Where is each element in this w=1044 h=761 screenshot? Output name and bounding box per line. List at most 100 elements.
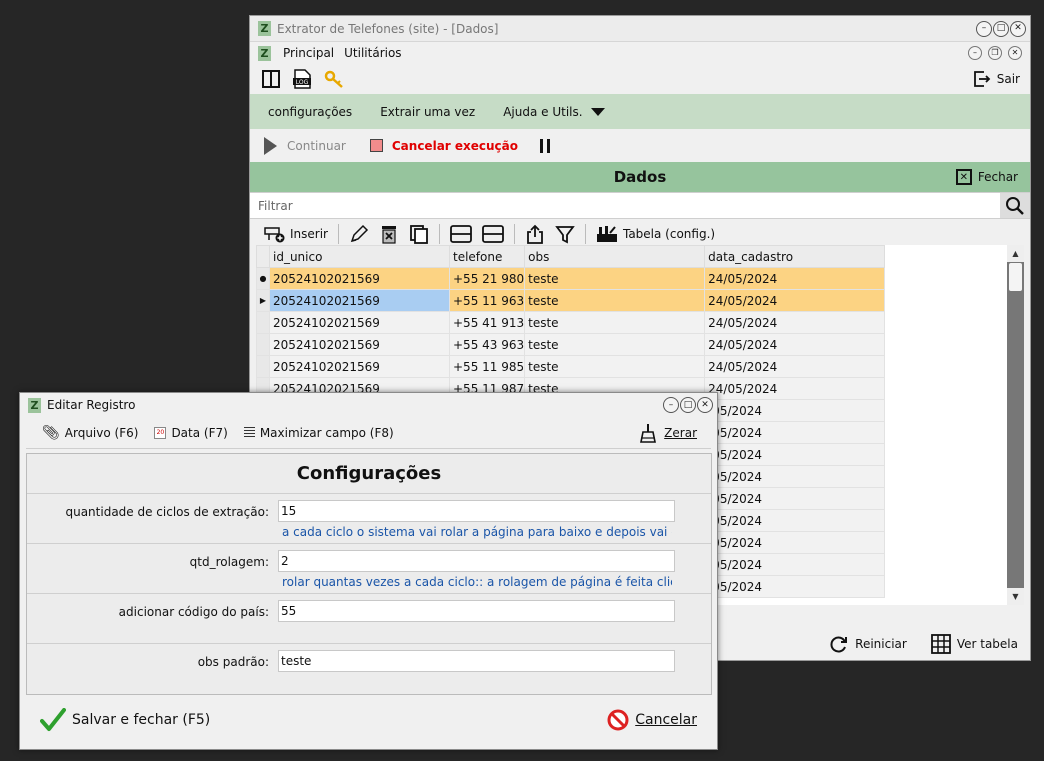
dialog-titlebar[interactable]: Z Editar Registro – □ ✕ — [20, 393, 717, 417]
salvar-fechar-button[interactable]: Salvar e fechar (F5) — [40, 708, 210, 732]
dialog-close-button[interactable]: ✕ — [697, 397, 713, 413]
row-indicator[interactable] — [256, 311, 270, 334]
table-row[interactable]: ● 20524102021569 +55 21 980 teste 24/05/2024 — [256, 267, 886, 290]
table-cell[interactable]: 20524102021569 — [269, 355, 450, 378]
table-cell[interactable]: 20524102021569 — [269, 333, 450, 356]
table-row[interactable]: 20524102021569 +55 11 985 teste 24/05/2024 — [256, 355, 886, 378]
log-icon[interactable]: LOG — [292, 69, 312, 89]
panel-icon[interactable] — [262, 70, 280, 88]
table-cell[interactable]: 20524102021569 — [269, 267, 450, 290]
table-cell[interactable]: +55 11 963 — [448, 289, 526, 312]
table-cell[interactable]: /05/2024 — [704, 487, 886, 510]
scroll-thumb[interactable] — [1009, 263, 1022, 291]
scroll-down-icon[interactable]: ▼ — [1007, 588, 1024, 605]
close-button[interactable]: ✕ — [1010, 20, 1026, 37]
data-label: Data (F7) — [171, 425, 228, 440]
table-row[interactable]: 20524102021569 +55 43 963 teste 24/05/2024 — [256, 333, 886, 356]
split-horizontal-icon[interactable] — [450, 225, 472, 243]
table-cell[interactable]: +55 41 913 — [448, 311, 526, 334]
table-cell[interactable]: teste — [524, 311, 706, 334]
table-cell[interactable]: /05/2024 — [704, 399, 886, 422]
column-header[interactable]: obs — [524, 245, 706, 268]
table-cell[interactable]: +55 43 963 — [448, 333, 526, 356]
mdi-restore-button[interactable]: ❐ — [988, 46, 1002, 60]
table-cell[interactable]: teste — [524, 355, 706, 378]
table-cell[interactable]: +55 21 980 — [448, 267, 526, 290]
edit-pencil-icon[interactable] — [349, 224, 369, 244]
row-indicator[interactable] — [256, 333, 270, 356]
dialog-minimize-button[interactable]: – — [663, 397, 679, 413]
continuar-button[interactable]: Continuar — [287, 139, 346, 153]
reiniciar-button[interactable]: Reiniciar — [829, 634, 907, 654]
table-cell[interactable]: /05/2024 — [704, 421, 886, 444]
table-cell[interactable]: /05/2024 — [704, 443, 886, 466]
column-header[interactable]: telefone — [448, 245, 526, 268]
table-cell[interactable]: 20524102021569 — [269, 311, 450, 334]
column-header[interactable]: id_unico — [269, 245, 450, 268]
sair-button[interactable]: Sair — [973, 70, 1030, 88]
fechar-button[interactable]: ✕ Fechar — [955, 169, 1030, 185]
vertical-scrollbar[interactable]: ▲ ▼ — [1007, 245, 1024, 605]
table-cell[interactable]: 24/05/2024 — [704, 267, 886, 290]
table-cell[interactable]: 24/05/2024 — [704, 377, 886, 400]
mdi-close-button[interactable]: ✕ — [1008, 46, 1022, 60]
mdi-minimize-button[interactable]: – — [968, 46, 982, 60]
table-cell[interactable]: /05/2024 — [704, 509, 886, 532]
tabela-config-button[interactable]: Tabela (config.) — [596, 225, 715, 243]
table-row[interactable]: ▶ 20524102021569 +55 11 963 teste 24/05/2024 — [256, 289, 886, 312]
table-cell[interactable]: 24/05/2024 — [704, 333, 886, 356]
filter-input[interactable] — [250, 193, 1000, 218]
inserir-button[interactable]: Inserir — [264, 225, 328, 243]
export-icon[interactable] — [525, 224, 545, 244]
dialog-title: Editar Registro — [47, 398, 136, 412]
delete-icon[interactable] — [379, 224, 399, 244]
table-row[interactable]: 20524102021569 +55 41 913 teste 24/05/2024 — [256, 311, 886, 334]
search-button[interactable] — [1000, 193, 1030, 218]
column-header[interactable]: data_cadastro — [704, 245, 886, 268]
key-icon[interactable] — [324, 69, 344, 89]
menu-principal[interactable]: Principal — [283, 46, 334, 60]
cancelar-execucao-button[interactable]: Cancelar execução — [392, 139, 518, 153]
split-horizontal-alt-icon[interactable] — [482, 225, 504, 243]
filter-icon[interactable] — [555, 224, 575, 244]
codigo-pais-input[interactable] — [278, 600, 675, 622]
current-row-dot-icon[interactable]: ● — [256, 267, 270, 290]
dialog-maximize-button[interactable]: □ — [680, 397, 696, 413]
table-cell[interactable]: teste — [524, 333, 706, 356]
minimize-button[interactable]: – — [976, 20, 992, 37]
pause-icon[interactable] — [540, 138, 551, 153]
ver-tabela-button[interactable]: Ver tabela — [930, 634, 1018, 654]
nav-ajuda[interactable]: Ajuda e Utils. — [503, 105, 605, 119]
arquivo-button[interactable]: 📎︎ Arquivo (F6) — [42, 425, 138, 441]
rolagem-input[interactable] — [278, 550, 675, 572]
table-cell[interactable]: /05/2024 — [704, 553, 886, 576]
scroll-up-icon[interactable]: ▲ — [1007, 245, 1024, 262]
table-cell[interactable]: teste — [524, 267, 706, 290]
table-cell[interactable]: /05/2024 — [704, 575, 886, 598]
data-button[interactable]: 20 Data (F7) — [154, 425, 228, 440]
cancelar-button[interactable]: Cancelar — [607, 709, 697, 731]
table-cell[interactable]: /05/2024 — [704, 465, 886, 488]
table-cell[interactable]: 20524102021569 — [269, 289, 450, 312]
nav-extrair[interactable]: Extrair uma vez — [380, 105, 475, 119]
play-icon[interactable] — [264, 136, 277, 155]
menu-utilitarios[interactable]: Utilitários — [344, 46, 401, 60]
table-cell[interactable]: teste — [524, 289, 706, 312]
maximizar-campo-button[interactable]: Maximizar campo (F8) — [243, 426, 394, 440]
stop-icon[interactable] — [369, 139, 383, 152]
row-indicator[interactable] — [256, 355, 270, 378]
table-cell[interactable]: 24/05/2024 — [704, 289, 886, 312]
table-cell[interactable]: 24/05/2024 — [704, 311, 886, 334]
field-label: quantidade de ciclos de extração: — [65, 505, 269, 519]
table-cell[interactable]: +55 11 985 — [448, 355, 526, 378]
copy-icon[interactable] — [409, 224, 429, 244]
zerar-button[interactable]: Zerar — [640, 423, 711, 443]
row-pointer-icon[interactable]: ▶ — [256, 289, 270, 312]
nav-configuracoes[interactable]: configurações — [268, 105, 352, 119]
ciclos-input[interactable] — [278, 500, 675, 522]
table-cell[interactable]: /05/2024 — [704, 531, 886, 554]
maximize-button[interactable]: □ — [993, 20, 1009, 37]
obs-padrao-input[interactable] — [278, 650, 675, 672]
table-cell[interactable]: 24/05/2024 — [704, 355, 886, 378]
main-titlebar[interactable]: Z Extrator de Telefones (site) - [Dados]… — [250, 16, 1030, 42]
